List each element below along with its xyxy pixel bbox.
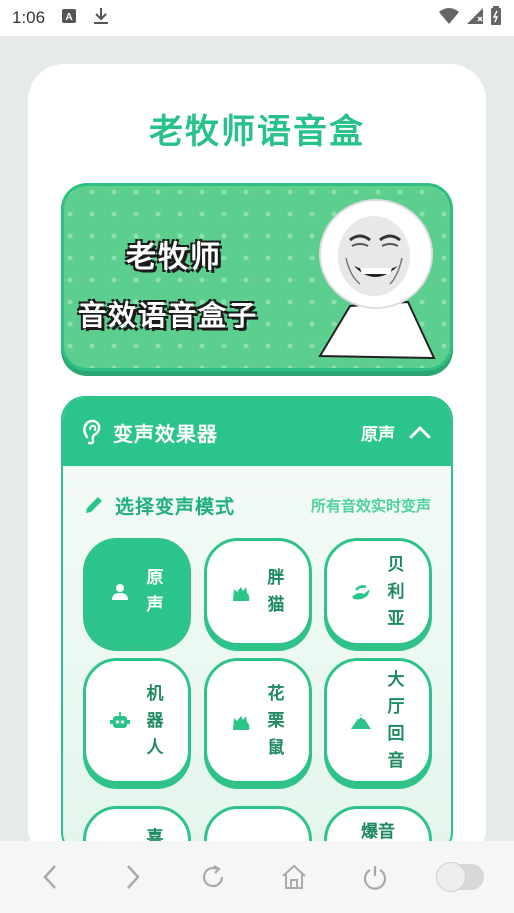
toggle-knob — [435, 862, 466, 892]
home-icon[interactable] — [274, 857, 314, 897]
voice-button-label: 胖猫 — [267, 568, 285, 615]
power-icon[interactable] — [355, 857, 395, 897]
voice-button-label: 花栗鼠 — [267, 683, 285, 758]
status-bar: 1:06 A — [0, 0, 514, 36]
voice-button-label: 贝利亚 — [387, 554, 405, 629]
voice-button-belial[interactable]: 贝利亚 — [324, 538, 432, 646]
current-effect-label: 原声 — [361, 424, 395, 445]
bottom-nav-bar — [0, 841, 514, 913]
voice-button-hall-echo[interactable]: 大厅回音 — [324, 658, 432, 784]
status-time: 1:06 — [12, 8, 46, 27]
download-icon — [93, 7, 109, 29]
voice-changer-title: 变声效果器 — [113, 421, 218, 446]
hero-banner[interactable]: 老牧师 音效语音盒子 — [61, 183, 453, 371]
back-icon[interactable] — [31, 857, 71, 897]
person-icon — [112, 584, 128, 600]
refresh-icon[interactable] — [193, 857, 233, 897]
ear-icon — [83, 419, 101, 445]
voice-button-chipmunk[interactable]: 花栗鼠 — [204, 658, 312, 784]
voice-button-label: 机器人 — [146, 683, 164, 758]
notification-a-icon: A — [61, 8, 77, 28]
mountain-icon — [351, 714, 371, 729]
banner-title: 老牧师 — [126, 240, 222, 275]
dragon-icon — [352, 585, 370, 600]
voice-button-robot[interactable]: 机器人 — [83, 658, 191, 784]
mode-hint: 所有音效实时变声 — [310, 496, 431, 515]
voice-button-label: 大厅回音 — [387, 670, 405, 771]
wifi-icon — [438, 7, 460, 29]
robot-icon — [110, 712, 130, 728]
voice-changer-header[interactable]: 变声效果器 原声 — [63, 398, 451, 466]
battery-icon — [490, 6, 502, 30]
mode-row: 选择变声模式 所有音效实时变声 — [83, 490, 431, 520]
signal-icon — [466, 7, 484, 29]
forward-icon[interactable] — [112, 857, 152, 897]
voice-button-fat-cat[interactable]: 胖猫 — [204, 538, 312, 646]
voice-button-original[interactable]: 原声 — [83, 538, 191, 646]
mode-title: 选择变声模式 — [115, 495, 236, 518]
voice-button-label: 原声 — [146, 568, 164, 615]
banner-subtitle: 音效语音盒子 — [78, 299, 259, 332]
app-title: 老牧师语音盒 — [149, 112, 365, 152]
cat-icon — [233, 587, 250, 601]
svg-text:A: A — [65, 12, 72, 23]
pencil-icon — [86, 497, 102, 513]
toggle-switch[interactable] — [435, 862, 484, 892]
cat-icon — [233, 716, 250, 730]
chevron-up-icon[interactable] — [409, 425, 431, 439]
meme-face-illustration — [318, 199, 436, 360]
